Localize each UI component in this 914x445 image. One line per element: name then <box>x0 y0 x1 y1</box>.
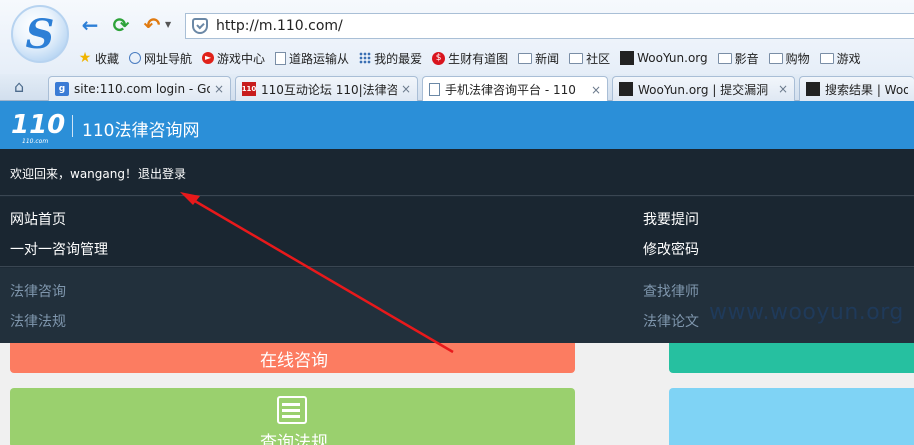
tab-110-forum[interactable]: 110 110互动论坛 110|法律咨 × <box>235 76 418 101</box>
browser-logo-letter: S <box>25 10 55 58</box>
browser-logo[interactable]: S <box>11 5 69 63</box>
shield-icon <box>192 18 208 34</box>
bookmark-label: 收藏 <box>95 51 120 66</box>
query-laws-tile[interactable]: 查询法规 <box>10 388 575 445</box>
menu-papers[interactable]: 法律论文 <box>643 311 699 331</box>
folder-icon <box>768 52 783 64</box>
folder-icon <box>569 52 584 64</box>
menu-ask[interactable]: 我要提问 <box>643 209 699 229</box>
bookmark-label: 网址导航 <box>144 51 193 66</box>
tile-label: 查询法规 <box>260 433 328 445</box>
folder-icon <box>819 52 834 64</box>
bookmark-label: 新闻 <box>535 51 560 66</box>
menu-find-lawyer[interactable]: 查找律师 <box>643 281 699 301</box>
bookmark-community[interactable]: 社区 <box>569 50 610 67</box>
bookmark-games-folder[interactable]: 游戏 <box>819 50 861 67</box>
bookmark-road[interactable]: 道路运输从 <box>275 50 349 67</box>
teal-tile[interactable] <box>669 343 914 373</box>
logout-link[interactable]: 退出登录 <box>138 165 186 182</box>
bookmark-label: 游戏中心 <box>217 51 266 66</box>
money-icon: $ <box>432 51 446 65</box>
bookmark-games[interactable]: ► 游戏中心 <box>202 50 265 67</box>
site-header: 110 110.com 110法律咨询网 <box>0 101 914 149</box>
site110-icon: 110 <box>242 82 256 96</box>
close-icon[interactable]: × <box>401 82 411 96</box>
bookmark-money[interactable]: $ 生财有道图 <box>432 50 508 67</box>
tab-strip: ⌂ g site:110.com login - Go × 110 110互动论… <box>0 74 914 102</box>
bookmark-label: 游戏 <box>836 51 861 66</box>
wooyun-icon <box>806 82 820 96</box>
bookmark-wooyun[interactable]: WooYun.org <box>620 51 708 65</box>
bookmarks-bar: ★ 收藏 网址导航 ► 游戏中心 道路运输从 我的最爱 $ 生财有道图 新闻 社区 W… <box>78 47 871 69</box>
browser-toolbar: S ← ⟳ ↶ ▼ http://m.110.com/ ★ 收藏 网址导航 ► 游戏… <box>0 0 914 74</box>
star-icon: ★ <box>78 50 92 66</box>
bookmark-label: WooYun.org <box>637 51 708 65</box>
menu-change-password[interactable]: 修改密码 <box>643 239 699 259</box>
address-text[interactable]: http://m.110.com/ <box>216 18 343 34</box>
undo-icon[interactable]: ↶ <box>141 13 163 37</box>
address-bar[interactable]: http://m.110.com/ <box>185 13 914 39</box>
bookmark-favorites[interactable]: ★ 收藏 <box>78 50 119 67</box>
web-page: 110 110.com 110法律咨询网 欢迎回来，wangang！ 退出登录 … <box>0 101 914 445</box>
tab-label: WooYun.org | 提交漏洞 <box>638 82 769 97</box>
list-icon <box>277 396 307 424</box>
folder-icon <box>717 52 732 64</box>
wooyun-icon <box>620 51 635 65</box>
tab-label: 110互动论坛 110|法律咨 <box>261 82 397 97</box>
tab-label: 手机法律咨询平台 - 110 <box>445 83 576 97</box>
globe-icon <box>129 52 142 64</box>
online-consult-tile[interactable]: 在线咨询 <box>10 343 575 373</box>
menu-home[interactable]: 网站首页 <box>10 209 66 229</box>
bookmark-nav[interactable]: 网址导航 <box>129 50 192 67</box>
bookmark-mylove[interactable]: 我的最爱 <box>359 50 422 67</box>
bookmark-label: 影音 <box>734 51 759 66</box>
welcome-row: 欢迎回来，wangang！ 退出登录 <box>0 149 914 196</box>
back-arrow-icon[interactable]: ← <box>79 13 101 37</box>
user-menu: 网站首页 我要提问 一对一咨询管理 修改密码 <box>0 197 914 267</box>
sky-tile[interactable] <box>669 388 914 445</box>
tab-wooyun-submit[interactable]: WooYun.org | 提交漏洞 × <box>612 76 795 101</box>
bookmark-label: 道路运输从 <box>289 51 350 66</box>
menu-laws[interactable]: 法律法规 <box>10 311 66 331</box>
tab-label: 搜索结果 | Woo <box>825 82 908 97</box>
bookmark-news[interactable]: 新闻 <box>518 50 559 67</box>
bookmark-media[interactable]: 影音 <box>717 50 759 67</box>
tab-google-search[interactable]: g site:110.com login - Go × <box>48 76 231 101</box>
tile-label: 在线咨询 <box>260 351 328 371</box>
wooyun-icon <box>619 82 633 96</box>
bookmark-label: 我的最爱 <box>374 51 423 66</box>
tab-label: site:110.com login - Go <box>74 82 210 96</box>
close-icon[interactable]: × <box>778 82 788 96</box>
watermark: www.wooyun.org <box>709 300 904 325</box>
menu-legal-consult[interactable]: 法律咨询 <box>10 281 66 301</box>
bookmark-shopping[interactable]: 购物 <box>768 50 810 67</box>
site-logo-subtext: 110.com <box>22 138 49 145</box>
bookmark-label: 生财有道图 <box>448 51 509 66</box>
welcome-text: 欢迎回来，wangang！ <box>10 167 137 181</box>
grid-icon <box>359 52 372 64</box>
refresh-icon[interactable]: ⟳ <box>110 13 132 37</box>
header-divider <box>72 115 73 137</box>
tab-mobile-legal[interactable]: 手机法律咨询平台 - 110 × <box>422 76 608 102</box>
page-icon <box>275 51 287 65</box>
bookmark-label: 购物 <box>785 51 810 66</box>
site-title: 110法律咨询网 <box>82 121 200 141</box>
folder-icon <box>518 52 533 64</box>
close-icon[interactable]: × <box>591 83 601 97</box>
page-icon <box>429 83 440 96</box>
tab-wooyun-search[interactable]: 搜索结果 | Woo <box>799 76 914 101</box>
menu-consult-manage[interactable]: 一对一咨询管理 <box>10 239 108 259</box>
home-icon[interactable]: ⌂ <box>14 79 32 95</box>
google-icon: g <box>55 82 69 96</box>
chevron-down-icon[interactable]: ▼ <box>165 20 171 29</box>
bookmark-label: 社区 <box>586 51 611 66</box>
close-icon[interactable]: × <box>214 82 224 96</box>
game-icon: ► <box>202 52 215 64</box>
